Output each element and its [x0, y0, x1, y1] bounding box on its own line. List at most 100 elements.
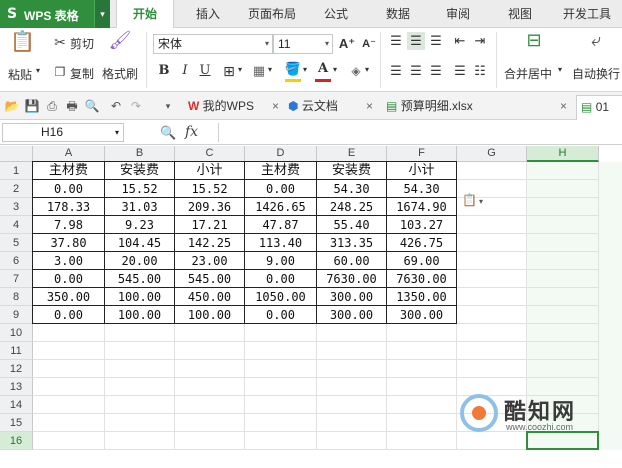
cell-c15[interactable]	[175, 414, 245, 432]
cell-g8[interactable]	[457, 288, 527, 306]
export-pdf-icon[interactable]: ⎙	[44, 98, 60, 114]
cell-e16[interactable]	[317, 432, 387, 450]
tab-developer[interactable]: 开发工具	[556, 0, 618, 28]
fill-color-icon[interactable]: 🪣	[284, 60, 302, 78]
doc-tab-my-wps[interactable]: W 我的WPS ×	[184, 95, 284, 120]
increase-indent-icon[interactable]: ⇥	[471, 32, 489, 50]
row-header-2[interactable]: 2	[0, 180, 33, 198]
print-icon[interactable]: 🖶	[64, 98, 80, 114]
wrap-text-icon[interactable]: ⤶	[584, 31, 608, 56]
cell-f8[interactable]: 1350.00	[387, 288, 457, 306]
column-header-a[interactable]: A	[33, 146, 105, 162]
cell-a8[interactable]: 350.00	[32, 288, 105, 306]
formula-input[interactable]	[218, 123, 620, 142]
font-name-select[interactable]: 宋体 ▾	[153, 34, 273, 54]
cell-a7[interactable]: 0.00	[32, 270, 105, 288]
align-top-icon[interactable]: ☰	[387, 32, 405, 50]
row-header-10[interactable]: 10	[0, 324, 33, 342]
cell-g9[interactable]	[457, 306, 527, 324]
tab-data[interactable]: 数据	[378, 0, 418, 28]
redo-icon[interactable]: ↷	[128, 98, 144, 114]
bold-button[interactable]: B	[155, 62, 173, 80]
tab-review[interactable]: 审阅	[438, 0, 478, 28]
close-icon[interactable]: ×	[272, 95, 279, 118]
cell-g10[interactable]	[457, 324, 527, 342]
cell-d9[interactable]: 0.00	[245, 306, 317, 324]
cell-g1[interactable]	[457, 162, 527, 180]
doc-tab-01[interactable]: ▤ 01	[576, 95, 622, 120]
clear-format-dropdown-icon[interactable]: ▾	[365, 65, 369, 74]
cell-e5[interactable]: 313.35	[317, 234, 387, 252]
tab-insert[interactable]: 插入	[186, 0, 230, 28]
cell-h6[interactable]	[527, 252, 599, 270]
tab-formulas[interactable]: 公式	[316, 0, 356, 28]
row-header-14[interactable]: 14	[0, 396, 33, 414]
cell-e6[interactable]: 60.00	[317, 252, 387, 270]
row-header-16[interactable]: 16	[0, 432, 33, 450]
cell-h11[interactable]	[527, 342, 599, 360]
cell-c5[interactable]: 142.25	[175, 234, 245, 252]
cell-b10[interactable]	[105, 324, 175, 342]
cell-e3[interactable]: 248.25	[317, 198, 387, 216]
cell-e12[interactable]	[317, 360, 387, 378]
cell-c14[interactable]	[175, 396, 245, 414]
align-middle-icon[interactable]: ☰	[407, 32, 425, 50]
name-box[interactable]: H16 ▾	[2, 123, 124, 142]
align-left-icon[interactable]: ☰	[387, 62, 405, 80]
borders-icon[interactable]: ⊞	[220, 62, 238, 80]
zoom-icon[interactable]: 🔍	[160, 125, 176, 141]
tab-page-layout[interactable]: 页面布局	[240, 0, 304, 28]
paste-dropdown-icon[interactable]: ▾	[36, 66, 40, 75]
align-right-icon[interactable]: ☰	[427, 62, 445, 80]
paste-icon[interactable]: 📋	[10, 32, 35, 60]
paste-button[interactable]: 粘贴	[8, 66, 32, 83]
cell-a13[interactable]	[33, 378, 105, 396]
align-bottom-icon[interactable]: ☰	[427, 32, 445, 50]
cell-d11[interactable]	[245, 342, 317, 360]
cell-a4[interactable]: 7.98	[32, 216, 105, 234]
cell-g6[interactable]	[457, 252, 527, 270]
cell-f11[interactable]	[387, 342, 457, 360]
row-header-15[interactable]: 15	[0, 414, 33, 432]
insert-function-button[interactable]: fx	[185, 124, 198, 140]
copy-button[interactable]: 复制	[70, 65, 94, 82]
cell-a3[interactable]: 178.33	[32, 198, 105, 216]
cell-style-icon[interactable]: ▦	[250, 62, 268, 80]
cell-f9[interactable]: 300.00	[387, 306, 457, 324]
cell-b8[interactable]: 100.00	[105, 288, 175, 306]
cell-h3[interactable]	[527, 198, 599, 216]
cell-h4[interactable]	[527, 216, 599, 234]
cell-style-dropdown-icon[interactable]: ▾	[268, 65, 272, 74]
cell-b7[interactable]: 545.00	[105, 270, 175, 288]
cut-button[interactable]: 剪切	[70, 35, 94, 52]
select-all-corner[interactable]	[0, 146, 33, 162]
fill-color-dropdown-icon[interactable]: ▾	[303, 65, 307, 74]
cell-f5[interactable]: 426.75	[387, 234, 457, 252]
cell-f3[interactable]: 1674.90	[387, 198, 457, 216]
column-header-b[interactable]: B	[105, 146, 175, 162]
cell-c7[interactable]: 545.00	[175, 270, 245, 288]
cell-h1[interactable]	[527, 162, 599, 180]
clear-format-icon[interactable]: ◈	[347, 62, 365, 80]
align-center-icon[interactable]: ☰	[407, 62, 425, 80]
cell-c9[interactable]: 100.00	[175, 306, 245, 324]
cell-g12[interactable]	[457, 360, 527, 378]
cell-g5[interactable]	[457, 234, 527, 252]
cell-a6[interactable]: 3.00	[32, 252, 105, 270]
cell-c13[interactable]	[175, 378, 245, 396]
cell-e8[interactable]: 300.00	[317, 288, 387, 306]
open-folder-icon[interactable]: 📂	[4, 98, 20, 114]
cell-h2[interactable]	[527, 180, 599, 198]
cell-d12[interactable]	[245, 360, 317, 378]
row-header-11[interactable]: 11	[0, 342, 33, 360]
cell-d4[interactable]: 47.87	[245, 216, 317, 234]
cell-e7[interactable]: 7630.00	[317, 270, 387, 288]
cell-g4[interactable]	[457, 216, 527, 234]
cell-d2[interactable]: 0.00	[245, 180, 317, 198]
app-menu-dropdown-icon[interactable]: ▾	[94, 0, 110, 28]
increase-font-button[interactable]: A⁺	[337, 35, 357, 53]
cell-d10[interactable]	[245, 324, 317, 342]
cell-c12[interactable]	[175, 360, 245, 378]
copy-icon[interactable]: ❐	[52, 64, 68, 80]
column-header-e[interactable]: E	[317, 146, 387, 162]
